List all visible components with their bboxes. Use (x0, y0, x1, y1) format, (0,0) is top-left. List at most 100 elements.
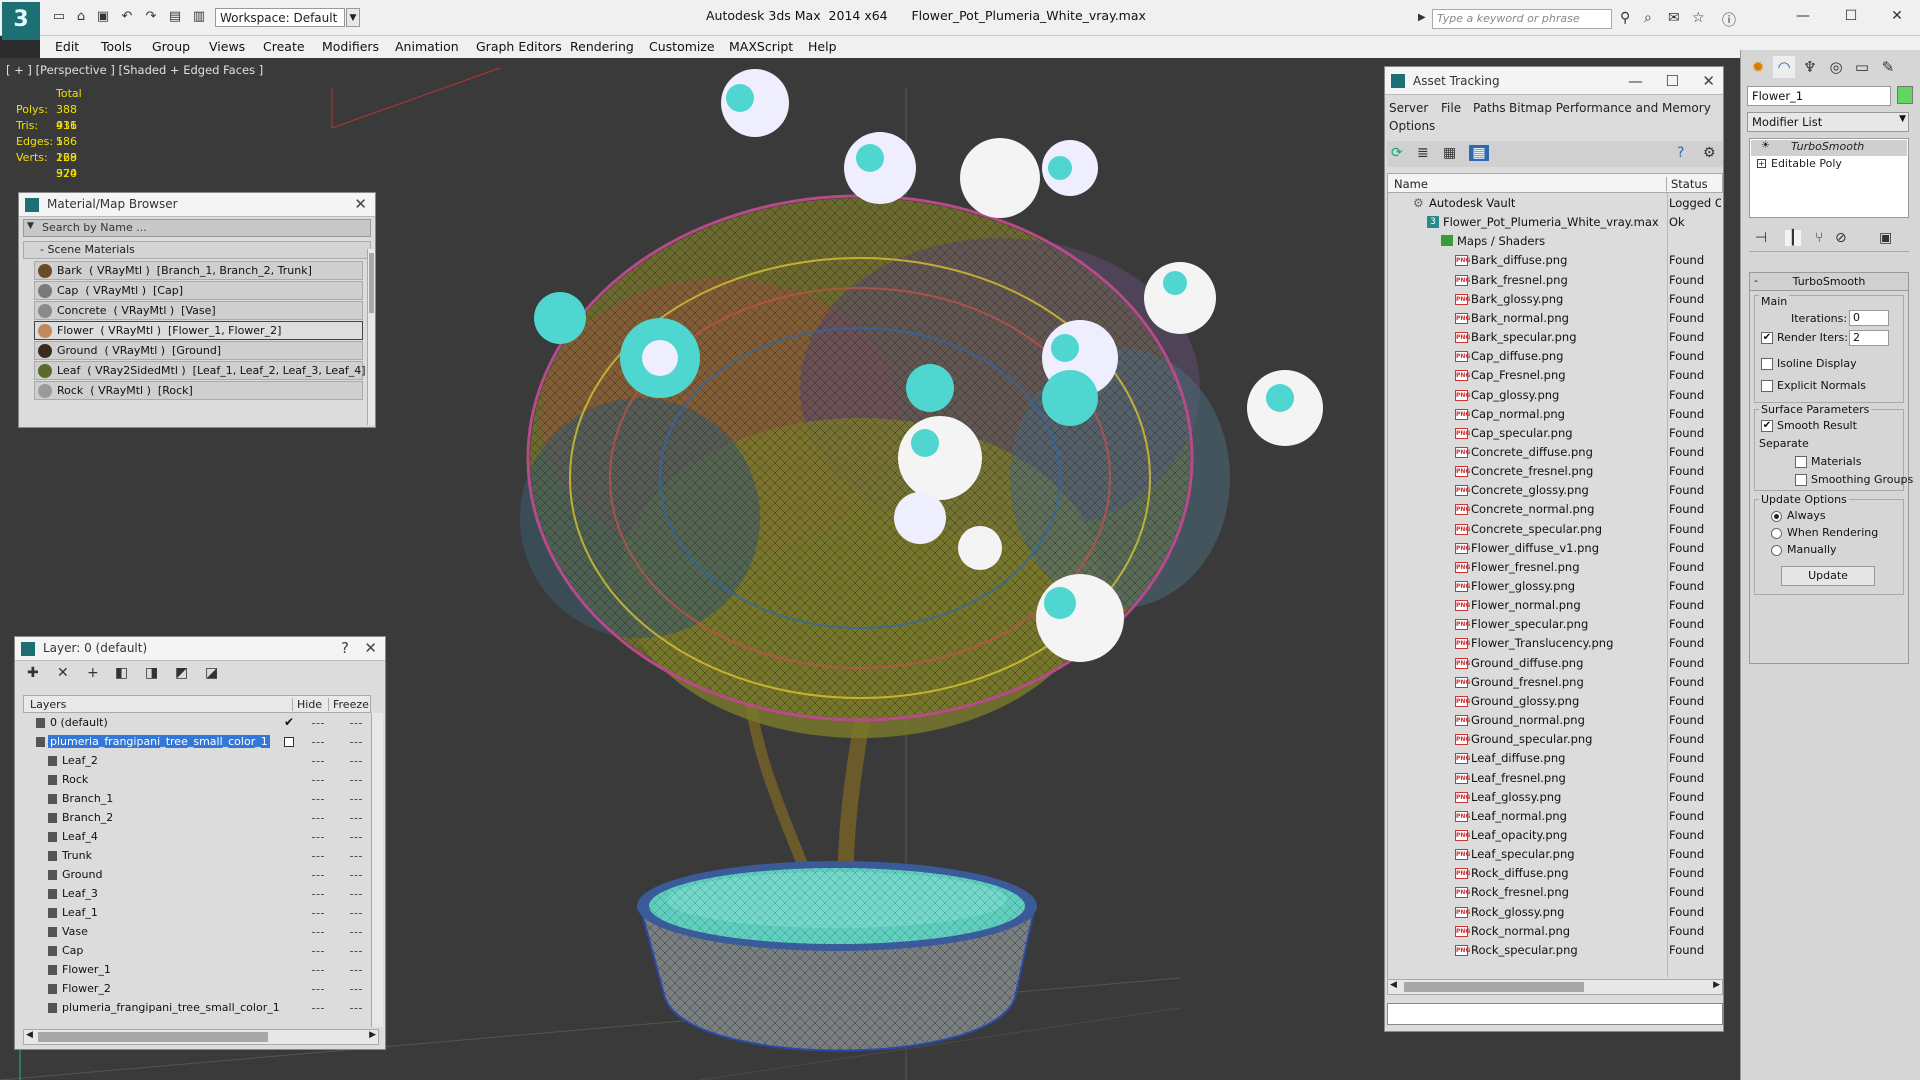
modify-tab-icon[interactable]: ◠ (1773, 56, 1795, 78)
chevron-right-icon[interactable]: ▶ (1418, 12, 1426, 23)
freeze-toggle[interactable] (350, 761, 362, 762)
help-icon[interactable]: ⓘ (1722, 10, 1736, 30)
when-rendering-radio[interactable] (1771, 528, 1782, 539)
hide-toggle[interactable] (312, 970, 324, 971)
menu-animation[interactable]: Animation (395, 39, 459, 54)
layer-horizontal-scrollbar[interactable]: ◀ ▶ (23, 1029, 379, 1045)
asset-row[interactable]: PNG Bark_specular.png Found (1387, 328, 1723, 347)
asset-row[interactable]: PNG Leaf_fresnel.png Found (1387, 769, 1723, 788)
menu-modifiers[interactable]: Modifiers (322, 39, 379, 54)
asset-row[interactable]: PNG Concrete_specular.png Found (1387, 520, 1723, 539)
display-tab-icon[interactable]: ▭ (1851, 56, 1873, 78)
freeze-toggle[interactable] (350, 951, 362, 952)
stack-item-turbosmooth[interactable]: ☀ TurboSmooth (1751, 140, 1907, 156)
iterations-spinner[interactable]: 0 (1849, 310, 1889, 326)
freeze-toggle[interactable] (350, 1008, 362, 1009)
hide-toggle[interactable] (312, 951, 324, 952)
explicit-normals-checkbox[interactable] (1761, 380, 1773, 392)
layer-row[interactable]: Flower_1 (22, 961, 362, 980)
asset-row[interactable]: PNG Concrete_glossy.png Found (1387, 481, 1723, 500)
freeze-toggle[interactable] (350, 913, 362, 914)
asset-row[interactable]: PNG Bark_fresnel.png Found (1387, 271, 1723, 290)
menu-help[interactable]: Help (808, 39, 837, 54)
asset-row[interactable]: PNG Leaf_opacity.png Found (1387, 826, 1723, 845)
asset-row[interactable]: PNG Flower_Translucency.png Found (1387, 634, 1723, 653)
freeze-all-icon[interactable]: ◪ (205, 665, 218, 681)
help-icon[interactable]: ? (1677, 145, 1684, 161)
freeze-toggle[interactable] (350, 970, 362, 971)
lightbulb-icon[interactable]: ☀ (1761, 140, 1770, 151)
table-view-icon[interactable]: ▦ (1443, 145, 1456, 161)
asset-row[interactable]: PNG Cap_glossy.png Found (1387, 386, 1723, 405)
menu-rendering[interactable]: Rendering (570, 39, 634, 54)
always-radio[interactable] (1771, 511, 1782, 522)
binoculars-icon[interactable]: ⚲ (1620, 10, 1630, 26)
hide-toggle[interactable] (312, 856, 324, 857)
menu-customize[interactable]: Customize (649, 39, 715, 54)
materials-checkbox[interactable] (1795, 456, 1807, 468)
utilities-tab-icon[interactable]: ✎ (1877, 56, 1899, 78)
communication-icon[interactable]: ✉ (1668, 10, 1680, 26)
hide-toggle[interactable] (312, 799, 324, 800)
layer-row[interactable]: Rock (22, 771, 362, 790)
asset-row[interactable]: PNG Rock_specular.png Found (1387, 941, 1723, 960)
layer-row[interactable]: Leaf_3 (22, 885, 362, 904)
freeze-toggle[interactable] (350, 723, 362, 724)
close-icon[interactable]: ✕ (1882, 4, 1912, 28)
asset-row[interactable]: PNG Ground_normal.png Found (1387, 711, 1723, 730)
keyword-search-input[interactable]: Type a keyword or phrase (1432, 9, 1612, 29)
asset-row[interactable]: PNG Bark_diffuse.png Found (1387, 251, 1723, 270)
layer-row[interactable]: plumeria_frangipani_tree_small_color_1 (22, 733, 362, 752)
hide-toggle[interactable] (312, 1008, 324, 1009)
asset-row[interactable]: PNG Concrete_fresnel.png Found (1387, 462, 1723, 481)
freeze-toggle[interactable] (350, 875, 362, 876)
layer-row[interactable]: Leaf_2 (22, 752, 362, 771)
column-status[interactable]: Status (1666, 177, 1708, 191)
object-name-field[interactable]: Flower_1 (1747, 86, 1891, 106)
layer-row[interactable]: Vase (22, 923, 362, 942)
collapse-icon[interactable]: - (1754, 274, 1758, 287)
layer-row[interactable]: plumeria_frangipani_tree_small_color_1 (22, 999, 362, 1018)
viewport-label[interactable]: [ + ] [Perspective ] [Shaded + Edged Fac… (6, 63, 263, 77)
make-unique-icon[interactable]: ⑂ (1815, 230, 1823, 246)
material-item-cap[interactable]: Cap ( VRayMtl ) [Cap] (34, 281, 363, 300)
asset-row[interactable]: PNG Flower_diffuse_v1.png Found (1387, 539, 1723, 558)
isoline-display-checkbox[interactable] (1761, 358, 1773, 370)
asset-row[interactable]: PNG Flower_specular.png Found (1387, 615, 1723, 634)
material-browser-title-bar[interactable]: Material/Map Browser ✕ (19, 193, 375, 217)
asset-row[interactable]: PNG Flower_fresnel.png Found (1387, 558, 1723, 577)
manually-radio[interactable] (1771, 545, 1782, 556)
freeze-toggle[interactable] (350, 799, 362, 800)
refresh-icon[interactable]: ⟳ (1391, 145, 1403, 161)
column-hide[interactable]: Hide (292, 698, 322, 711)
asset-row[interactable]: PNG Leaf_diffuse.png Found (1387, 749, 1723, 768)
asset-row[interactable]: PNG Rock_diffuse.png Found (1387, 864, 1723, 883)
layer-row[interactable]: Leaf_4 (22, 828, 362, 847)
menu-options[interactable]: Options (1389, 119, 1435, 133)
asset-row[interactable]: PNG Bark_normal.png Found (1387, 309, 1723, 328)
scrollbar-thumb[interactable] (38, 1032, 268, 1042)
configure-sets-icon[interactable]: ▣ (1879, 230, 1892, 246)
maximize-icon[interactable]: ☐ (1666, 72, 1679, 90)
expand-icon[interactable]: + (1757, 159, 1766, 168)
asset-row[interactable]: PNG Ground_fresnel.png Found (1387, 673, 1723, 692)
favorites-star-icon[interactable]: ☆ (1692, 10, 1705, 26)
hierarchy-tab-icon[interactable]: ♆ (1799, 56, 1821, 78)
minimize-icon[interactable]: — (1628, 72, 1643, 90)
asset-tracking-title-bar[interactable]: Asset Tracking — ☐ ✕ (1385, 67, 1723, 95)
hide-toggle[interactable] (312, 894, 324, 895)
layer-row[interactable]: Flower_2 (22, 980, 362, 999)
asset-row[interactable]: PNG Leaf_normal.png Found (1387, 807, 1723, 826)
close-icon[interactable]: ✕ (1702, 72, 1715, 90)
stack-item-editable-poly[interactable]: + Editable Poly (1751, 157, 1907, 173)
current-layer-check-icon[interactable]: ✔ (284, 715, 294, 729)
select-objects-icon[interactable]: ◧ (115, 665, 128, 681)
material-item-concrete[interactable]: Concrete ( VRayMtl ) [Vase] (34, 301, 363, 320)
column-name[interactable]: Name (1394, 177, 1428, 191)
maximize-icon[interactable]: ☐ (1836, 4, 1866, 28)
asset-path-field[interactable] (1387, 1003, 1723, 1025)
list-view-icon[interactable]: ≣ (1417, 145, 1429, 161)
asset-horizontal-scrollbar[interactable]: ◀ ▶ (1387, 979, 1723, 995)
menu-file[interactable]: File (1441, 101, 1461, 115)
remove-modifier-icon[interactable]: ⊘ (1835, 230, 1847, 246)
